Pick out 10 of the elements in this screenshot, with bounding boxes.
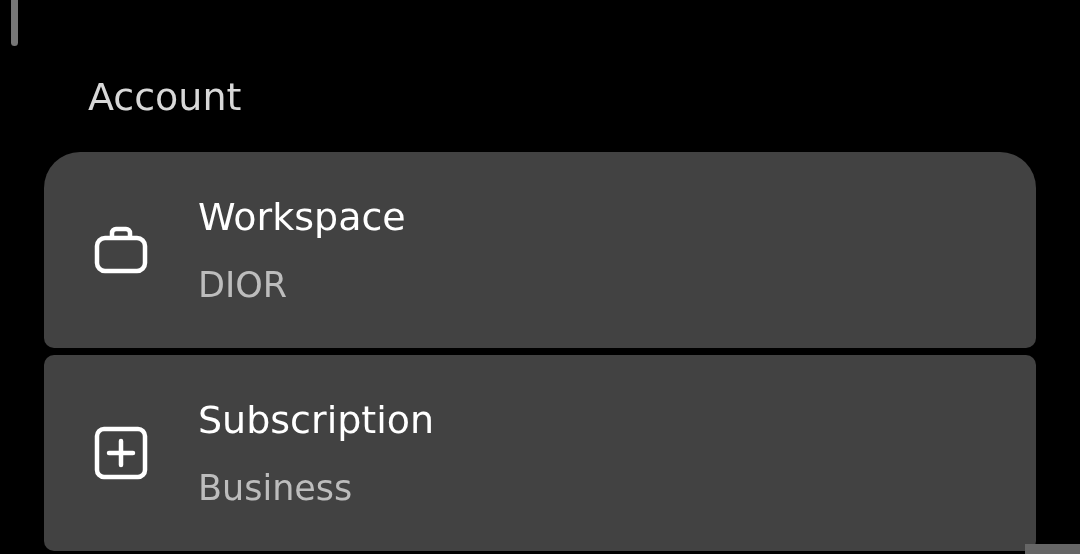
item-title: Workspace <box>198 194 406 241</box>
settings-item[interactable]: Subscription Business <box>44 355 1036 551</box>
settings-item[interactable]: Workspace DIOR <box>44 152 1036 348</box>
item-subtitle: DIOR <box>198 264 289 307</box>
section-title: Account <box>87 74 243 121</box>
scrollbar <box>11 0 18 46</box>
item-title: Subscription <box>198 397 435 444</box>
plus-square-icon <box>94 426 148 480</box>
item-subtitle: Business <box>198 467 354 510</box>
scrollbar <box>1025 544 1080 554</box>
